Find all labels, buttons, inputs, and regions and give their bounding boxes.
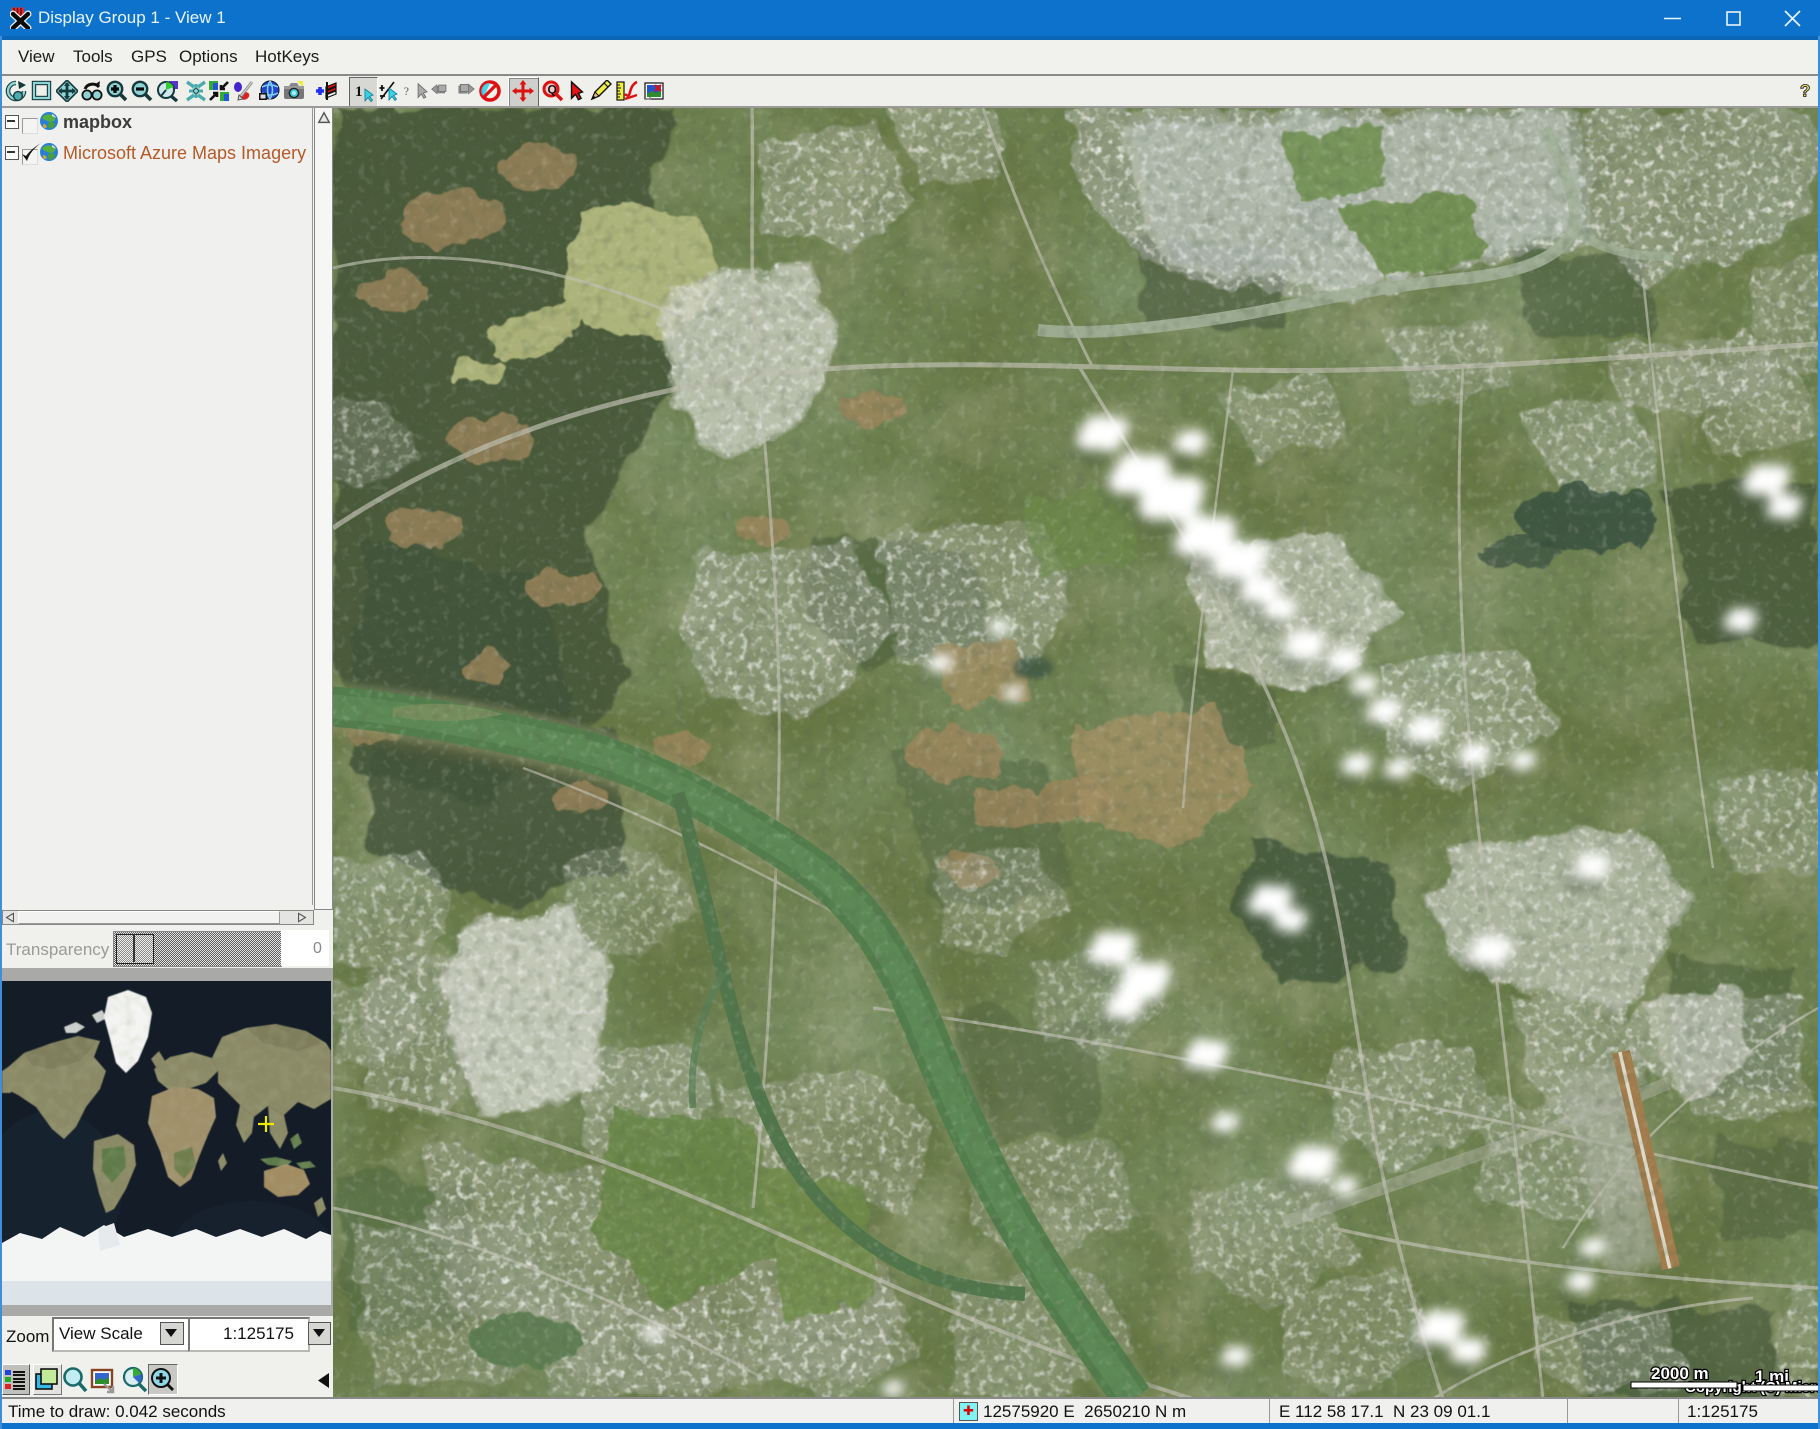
svg-text:?: ? [404,86,409,98]
svg-text:1: 1 [355,84,363,100]
svg-text:Q: Q [548,83,557,97]
svg-text:?: ? [1800,80,1811,100]
